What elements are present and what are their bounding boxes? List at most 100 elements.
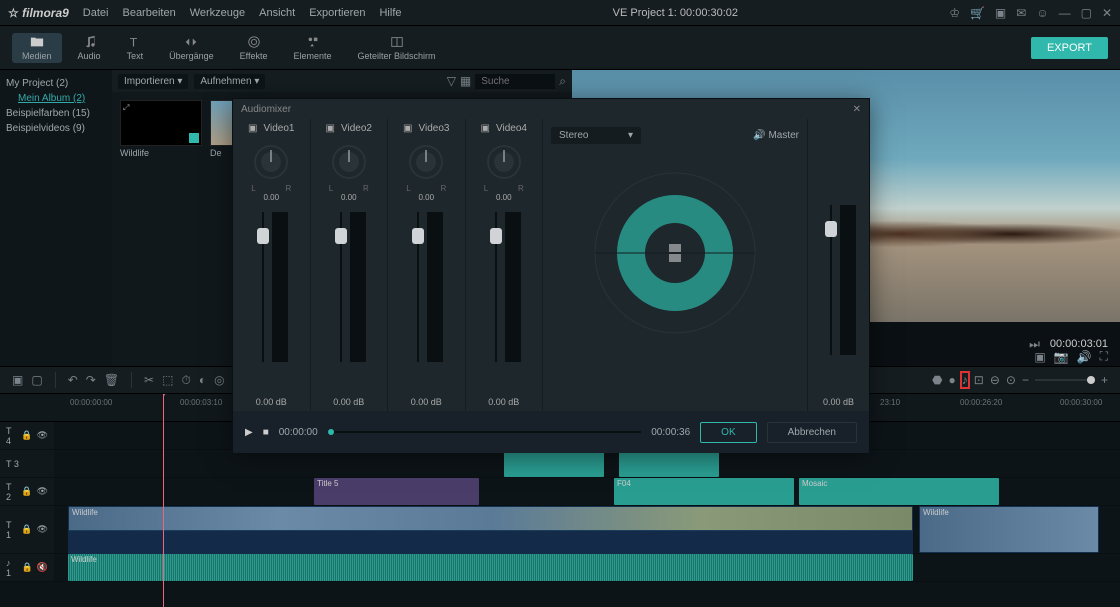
delete-icon[interactable]: 🗑 bbox=[104, 373, 119, 387]
main-menu: Datei Bearbeiten Werkzeuge Ansicht Expor… bbox=[83, 7, 402, 19]
audiomixer-icon[interactable]: ♪ bbox=[962, 373, 968, 387]
playhead[interactable] bbox=[163, 394, 164, 607]
pan-knob[interactable] bbox=[329, 142, 369, 182]
cancel-button[interactable]: Abbrechen bbox=[767, 422, 857, 443]
mute-icon[interactable]: 🔇 bbox=[37, 562, 48, 573]
settings-icon[interactable]: ✉ bbox=[1016, 6, 1026, 20]
svg-text:T: T bbox=[130, 35, 138, 49]
surround-panel: Stereo▾ 🔊 Master bbox=[543, 119, 807, 411]
close-icon[interactable]: ✕ bbox=[1102, 6, 1112, 20]
message-icon[interactable]: ▣ bbox=[995, 6, 1006, 20]
clip-audio-envelope[interactable] bbox=[68, 530, 913, 554]
eye-icon[interactable]: 👁 bbox=[37, 486, 48, 497]
channel-icon: ▣ bbox=[248, 123, 257, 134]
grid-view-icon[interactable]: ▦ bbox=[460, 74, 471, 88]
level-meter bbox=[272, 212, 280, 362]
pan-knob[interactable] bbox=[484, 142, 524, 182]
sidebar-album[interactable]: Mein Album (2) bbox=[6, 91, 106, 106]
menu-export[interactable]: Exportieren bbox=[309, 7, 365, 19]
eye-icon[interactable]: 👁 bbox=[37, 524, 48, 535]
user-icon[interactable]: ♔ bbox=[949, 6, 960, 20]
cart-icon[interactable]: 🛒 bbox=[970, 6, 985, 20]
minimize-icon[interactable]: — bbox=[1059, 6, 1071, 20]
lock-icon[interactable]: 🔒 bbox=[21, 486, 32, 497]
tab-splitscreen[interactable]: Geteilter Bildschirm bbox=[348, 33, 446, 63]
export-button[interactable]: EXPORT bbox=[1031, 37, 1108, 59]
tab-text[interactable]: T Text bbox=[117, 33, 154, 63]
clip[interactable] bbox=[619, 450, 719, 477]
volume-fader[interactable] bbox=[262, 212, 264, 362]
stereo-dropdown[interactable]: Stereo▾ bbox=[551, 127, 641, 144]
lock-icon[interactable]: 🔒 bbox=[21, 430, 32, 441]
elements-icon bbox=[306, 35, 320, 49]
clip[interactable] bbox=[504, 450, 604, 477]
fit-icon[interactable]: ⊡ bbox=[974, 373, 984, 387]
audiomixer-dialog: Audiomixer ✕ ▣Video1 LR 0.00 0.00 dB ▣Vi… bbox=[232, 98, 870, 452]
eye-icon[interactable]: 👁 bbox=[37, 430, 48, 441]
zoom-slider[interactable] bbox=[1035, 379, 1095, 381]
camera-icon[interactable]: 📷 bbox=[1054, 350, 1069, 364]
pan-knob[interactable] bbox=[251, 142, 291, 182]
marker-icon[interactable]: ⬣ bbox=[932, 373, 942, 387]
menu-help[interactable]: Hilfe bbox=[379, 7, 401, 19]
search-input[interactable] bbox=[475, 74, 555, 89]
sidebar-project[interactable]: My Project (2) bbox=[6, 76, 106, 91]
crop-icon[interactable]: ⬚ bbox=[162, 373, 173, 387]
tab-audio[interactable]: Audio bbox=[68, 33, 111, 63]
sidebar-item-videos[interactable]: Beispielvideos (9) bbox=[6, 121, 106, 136]
filter-icon[interactable]: ▽ bbox=[447, 74, 456, 88]
sidebar-item-colors[interactable]: Beispielfarben (15) bbox=[6, 106, 106, 121]
pan-knob[interactable] bbox=[406, 142, 446, 182]
splitscreen-icon bbox=[390, 35, 404, 49]
zoom-minus-icon[interactable]: − bbox=[1022, 373, 1029, 387]
search-icon[interactable]: ⌕ bbox=[559, 74, 566, 89]
fullscreen-icon[interactable]: ⛶ bbox=[1100, 349, 1108, 364]
clip-wildlife-audio[interactable]: Wildlife bbox=[68, 554, 913, 581]
color-icon[interactable]: ◐ bbox=[199, 373, 206, 387]
lock-icon[interactable]: 🔒 bbox=[22, 562, 33, 573]
master-fader[interactable] bbox=[830, 205, 832, 355]
volume-fader[interactable] bbox=[340, 212, 342, 362]
redo-icon[interactable]: ↷ bbox=[86, 373, 96, 387]
feedback-icon[interactable]: ☺ bbox=[1036, 6, 1048, 20]
tab-media[interactable]: Medien bbox=[12, 33, 62, 63]
close-icon[interactable]: ✕ bbox=[853, 104, 861, 115]
zoom-out-icon[interactable]: ⊖ bbox=[990, 373, 1000, 387]
stop-icon[interactable]: ■ bbox=[263, 427, 269, 438]
greenscreen-icon[interactable]: ◎ bbox=[214, 373, 224, 387]
split-icon[interactable]: ✂ bbox=[144, 373, 154, 387]
tab-transitions[interactable]: Übergänge bbox=[159, 33, 224, 63]
tab-elements[interactable]: Elemente bbox=[283, 33, 341, 63]
media-thumb[interactable]: ⤢ Wildlife bbox=[120, 100, 202, 158]
clip-f04[interactable]: F04 bbox=[614, 478, 794, 505]
zoom-target-icon[interactable]: ⊙ bbox=[1006, 373, 1016, 387]
track-a1: ♪ 1🔒🔇 Wildlife bbox=[0, 554, 1120, 582]
import-dropdown[interactable]: Importieren ▾ bbox=[118, 74, 188, 89]
snapshot-icon[interactable]: ▣ bbox=[1034, 350, 1045, 364]
clip-wildlife-video-2[interactable]: Wildlife bbox=[919, 506, 1099, 553]
folder-icon[interactable]: ▢ bbox=[31, 373, 42, 387]
maximize-icon[interactable]: ▢ bbox=[1081, 6, 1092, 20]
menu-tools[interactable]: Werkzeuge bbox=[190, 7, 245, 19]
rec-icon[interactable]: ● bbox=[949, 373, 956, 387]
volume-fader[interactable] bbox=[495, 212, 497, 362]
clip-mosaic[interactable]: Mosaic bbox=[799, 478, 999, 505]
ok-button[interactable]: OK bbox=[700, 422, 756, 443]
undo-icon[interactable]: ↶ bbox=[68, 373, 78, 387]
tab-effects[interactable]: Effekte bbox=[230, 33, 278, 63]
speed-icon[interactable]: ⏱ bbox=[181, 373, 190, 388]
zoom-plus-icon[interactable]: + bbox=[1101, 373, 1108, 387]
clip-title5[interactable]: Title 5 bbox=[314, 478, 479, 505]
progress-bar[interactable] bbox=[328, 431, 642, 433]
volume-fader[interactable] bbox=[417, 212, 419, 362]
volume-icon[interactable]: 🔊 bbox=[1077, 350, 1092, 364]
menu-file[interactable]: Datei bbox=[83, 7, 109, 19]
lock-icon[interactable]: 🔒 bbox=[21, 524, 32, 535]
surround-control[interactable] bbox=[590, 168, 760, 338]
record-dropdown[interactable]: Aufnehmen ▾ bbox=[194, 74, 265, 89]
add-folder-icon[interactable]: ▣ bbox=[12, 373, 23, 387]
play-icon[interactable]: ▶ bbox=[245, 427, 253, 438]
menu-view[interactable]: Ansicht bbox=[259, 7, 295, 19]
menu-edit[interactable]: Bearbeiten bbox=[122, 7, 175, 19]
music-icon bbox=[82, 35, 96, 49]
